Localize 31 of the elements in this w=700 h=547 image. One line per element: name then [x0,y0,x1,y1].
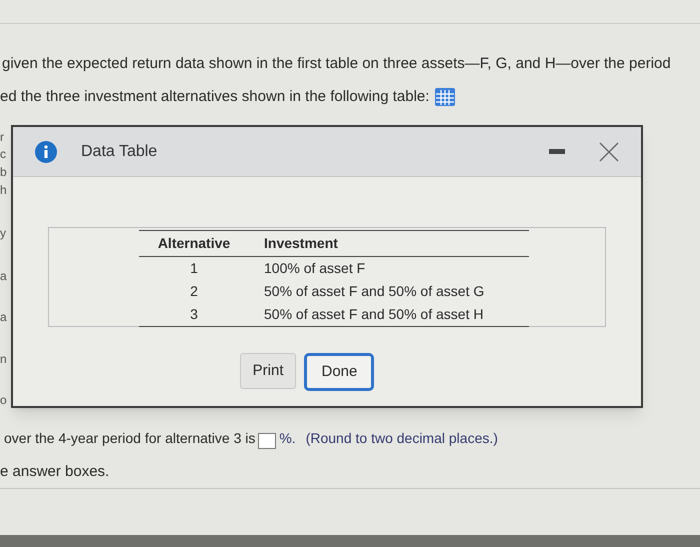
dialog-button[interactable]: Print [240,353,296,389]
text-fragment: c [0,146,6,163]
question-text: given the expected return data shown in the first table on three assets—F, G, and H—over the period [2,54,671,74]
text-fragment: y [0,225,6,242]
text-fragment: r [0,129,4,146]
column-header: Alternative [139,230,249,256]
text-fragment: o [0,392,7,409]
instruction-text: e answer boxes. [0,462,110,482]
hint-text: (Round to two decimal places.) [306,429,498,448]
text-fragment: a [0,309,7,326]
text-fragment: n [0,351,7,368]
table-cell-text: 2 [189,282,199,301]
answer-box[interactable] [258,433,276,449]
info-icon [35,140,57,162]
table-cell: 1 [139,256,249,280]
question-text: ed the three investment alternatives shown in the following table: [0,86,430,106]
table-icon[interactable] [435,88,456,106]
close-icon[interactable] [599,142,619,162]
text-fragment: h [0,182,7,199]
text-fragment: a [0,268,7,285]
table-cell: 100% of asset F [249,256,529,280]
question-text: over the 4-year period for alternative 3 is [4,429,256,448]
table-cell: 3 [139,303,249,326]
table-cell-text: 50% of asset F and 50% of asset G [263,282,486,301]
text-fragment: b [0,164,7,181]
dialog-title: Data Table [81,142,158,162]
column-header: Investment [249,230,529,256]
dialog-button[interactable]: Done [304,353,374,391]
minimize-icon[interactable] [549,148,565,154]
unit-text: %. [279,429,296,448]
table-cell: 50% of asset F and 50% of asset H [249,303,529,326]
